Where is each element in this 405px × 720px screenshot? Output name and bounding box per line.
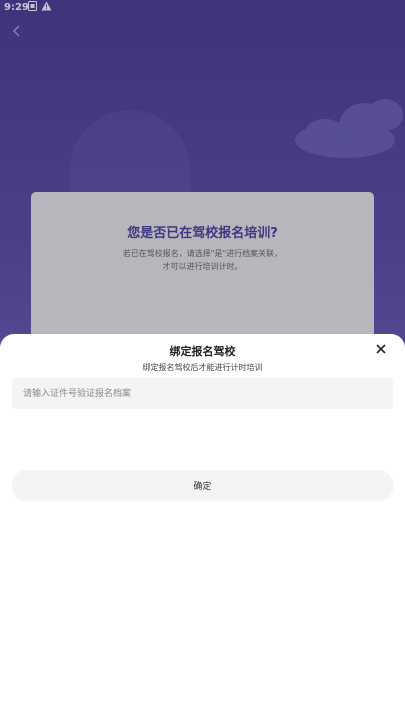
confirm-button[interactable]: 确定	[12, 470, 393, 500]
sheet-title: 绑定报名驾校	[169, 345, 236, 358]
card-description-line2: 才可以进行培训计时。	[162, 262, 243, 271]
bind-school-sheet: 绑定报名驾校 绑定报名驾校后才能进行计时培训 确定	[0, 334, 405, 720]
close-button[interactable]	[372, 340, 390, 358]
id-number-input[interactable]	[12, 378, 393, 409]
card-question: 您是否已在驾校报名培训?	[127, 226, 278, 241]
card-description-line1: 若已在驾校报名，请选择"是"进行档案关联，	[122, 249, 283, 258]
close-icon	[376, 344, 386, 354]
sheet-subtitle: 绑定报名驾校后才能进行计时培训	[142, 363, 263, 372]
